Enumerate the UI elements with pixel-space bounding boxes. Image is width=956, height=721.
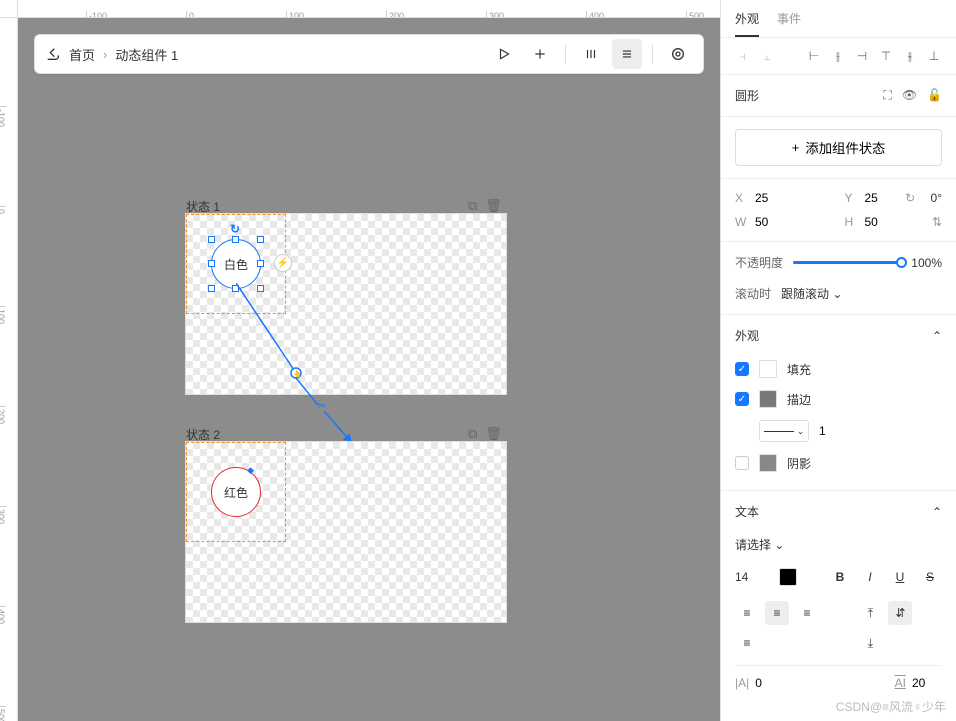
top-toolbar: 首页 › 动态组件 1 — [34, 34, 704, 74]
opacity-slider[interactable] — [793, 261, 901, 264]
appearance-section: 外观 ⌃ ✓ 填充 ✓ 描边 ⌄ 阴影 — [721, 315, 956, 491]
italic-button[interactable]: I — [858, 565, 882, 589]
geometry-section: X Y ↻ 0° W H ⇅ — [721, 179, 956, 242]
font-size-input[interactable]: 14 — [735, 570, 748, 584]
duplicate-icon[interactable]: ⧉ — [468, 426, 477, 442]
h-input[interactable] — [865, 215, 905, 229]
indicator-icon: ◆ — [247, 465, 254, 476]
align-bottom-icon[interactable]: ⊥ — [924, 46, 944, 66]
align-left-icon[interactable]: ⊢ — [804, 46, 824, 66]
align-toolbar: ⫞ ⫠ ⊢ ⫲ ⊣ ⊤ ⫳ ⊥ — [721, 38, 956, 75]
add-state-section: + 添加组件状态 — [721, 117, 956, 179]
text-section: 文本 ⌃ 请选择 ⌄ 14 B I U S ≡ ≡ ≡ ≡ ⤒ — [721, 491, 956, 708]
stroke-width-input[interactable] — [819, 424, 849, 438]
letter-spacing-icon: |A| — [735, 676, 749, 690]
shadow-checkbox[interactable] — [735, 456, 749, 470]
letter-spacing-input[interactable] — [755, 676, 785, 690]
list-view-button[interactable] — [612, 39, 642, 69]
properties-panel: 外观 事件 ⫞ ⫠ ⊢ ⫲ ⊣ ⊤ ⫳ ⊥ 圆形 ⛶ 👁 🔓 + 添加组件状态 … — [720, 0, 956, 721]
tab-events[interactable]: 事件 — [777, 0, 801, 37]
opacity-value: 100% — [911, 256, 942, 270]
state2-panel[interactable]: 红色 ◆ — [186, 442, 506, 622]
svg-text:✂: ✂ — [318, 401, 326, 412]
align-justify-button[interactable]: ≡ — [735, 631, 759, 655]
distribute-v-icon[interactable]: ⫠ — [757, 46, 777, 66]
distribute-h-icon[interactable]: ⫞ — [733, 46, 753, 66]
stroke-swatch[interactable] — [759, 390, 777, 408]
align-left-button[interactable]: ≡ — [735, 601, 759, 625]
chevron-down-icon: ⌄ — [832, 287, 842, 301]
watermark: CSDN@≡风流♀少年 — [836, 698, 946, 715]
bounds-icon[interactable]: ⛶ — [883, 88, 891, 103]
align-right-button[interactable]: ≡ — [795, 601, 819, 625]
columns-view-button[interactable] — [576, 39, 606, 69]
delete-icon[interactable]: 🗑 — [485, 198, 502, 214]
panel-tabs: 外观 事件 — [721, 0, 956, 38]
interaction-icon[interactable]: ⚡ — [274, 254, 292, 272]
chevron-down-icon: ⌄ — [774, 538, 784, 552]
add-button[interactable] — [525, 39, 555, 69]
align-center-v-icon[interactable]: ⫳ — [900, 46, 920, 66]
line-height-input[interactable] — [912, 676, 942, 690]
align-top-icon[interactable]: ⊤ — [876, 46, 896, 66]
font-family-select[interactable]: 请选择 ⌄ — [735, 536, 784, 553]
canvas-area[interactable]: -100 0 100 200 300 400 500 -100 0 100 20… — [0, 0, 720, 721]
opacity-section: 不透明度 100% 滚动时 跟随滚动 ⌄ — [721, 242, 956, 315]
tab-appearance[interactable]: 外观 — [735, 0, 759, 37]
align-center-h-icon[interactable]: ⫲ — [828, 46, 848, 66]
state2-actions: ⧉ 🗑 — [468, 426, 502, 442]
collapse-icon[interactable]: ⌃ — [932, 329, 942, 343]
shape-section: 圆形 ⛶ 👁 🔓 — [721, 75, 956, 117]
link-wh-icon[interactable]: ⇅ — [932, 215, 942, 229]
scroll-behavior-select[interactable]: 跟随滚动 ⌄ — [781, 285, 842, 302]
add-state-button[interactable]: + 添加组件状态 — [735, 129, 942, 166]
play-button[interactable] — [489, 39, 519, 69]
circle-white[interactable]: 白色 ↻ — [211, 239, 261, 289]
align-center-button[interactable]: ≡ — [765, 601, 789, 625]
x-input[interactable] — [755, 191, 795, 205]
underline-button[interactable]: U — [888, 565, 912, 589]
stage[interactable]: 状态 1 ⧉ 🗑 白色 ↻ ⚡ — [18, 18, 720, 721]
duplicate-icon[interactable]: ⧉ — [468, 198, 477, 214]
visibility-icon[interactable]: 👁 — [902, 88, 917, 103]
breadcrumb-current[interactable]: 动态组件 1 — [115, 45, 178, 64]
circle-red[interactable]: 红色 ◆ — [211, 467, 261, 517]
valign-bottom-button[interactable]: ⤓ — [858, 631, 882, 655]
state2-label: 状态 2 — [186, 426, 220, 443]
plus-icon: + — [792, 140, 800, 155]
fill-checkbox[interactable]: ✓ — [735, 362, 749, 376]
valign-top-button[interactable]: ⤒ — [858, 601, 882, 625]
y-input[interactable] — [865, 191, 905, 205]
fill-swatch[interactable] — [759, 360, 777, 378]
horizontal-ruler: -100 0 100 200 300 400 500 — [18, 0, 720, 18]
shape-title: 圆形 — [735, 87, 759, 104]
state1-label: 状态 1 — [186, 198, 220, 215]
bold-button[interactable]: B — [828, 565, 852, 589]
vertical-ruler: -100 0 100 200 300 400 500 — [0, 18, 18, 721]
rotate-icon[interactable]: ↻ — [230, 222, 240, 236]
stroke-style-select[interactable]: ⌄ — [759, 420, 809, 442]
w-input[interactable] — [755, 215, 795, 229]
target-button[interactable] — [663, 39, 693, 69]
breadcrumb: 首页 › 动态组件 1 — [45, 45, 489, 64]
shadow-swatch[interactable] — [759, 454, 777, 472]
state1-panel[interactable]: 白色 ↻ ⚡ — [186, 214, 506, 394]
stroke-checkbox[interactable]: ✓ — [735, 392, 749, 406]
delete-icon[interactable]: 🗑 — [485, 426, 502, 442]
valign-middle-button[interactable]: ⇵ — [888, 601, 912, 625]
lock-icon[interactable]: 🔓 — [927, 88, 942, 103]
breadcrumb-home[interactable]: 首页 — [69, 45, 95, 64]
strike-button[interactable]: S — [918, 565, 942, 589]
state1-actions: ⧉ 🗑 — [468, 198, 502, 214]
ruler-corner — [0, 0, 18, 18]
collapse-icon[interactable]: ⌃ — [932, 505, 942, 519]
align-right-icon[interactable]: ⊣ — [852, 46, 872, 66]
line-height-icon: AI — [895, 676, 906, 690]
back-icon[interactable] — [45, 46, 61, 62]
rotate-icon[interactable]: ↻ — [905, 191, 915, 205]
text-color-swatch[interactable] — [779, 568, 797, 586]
